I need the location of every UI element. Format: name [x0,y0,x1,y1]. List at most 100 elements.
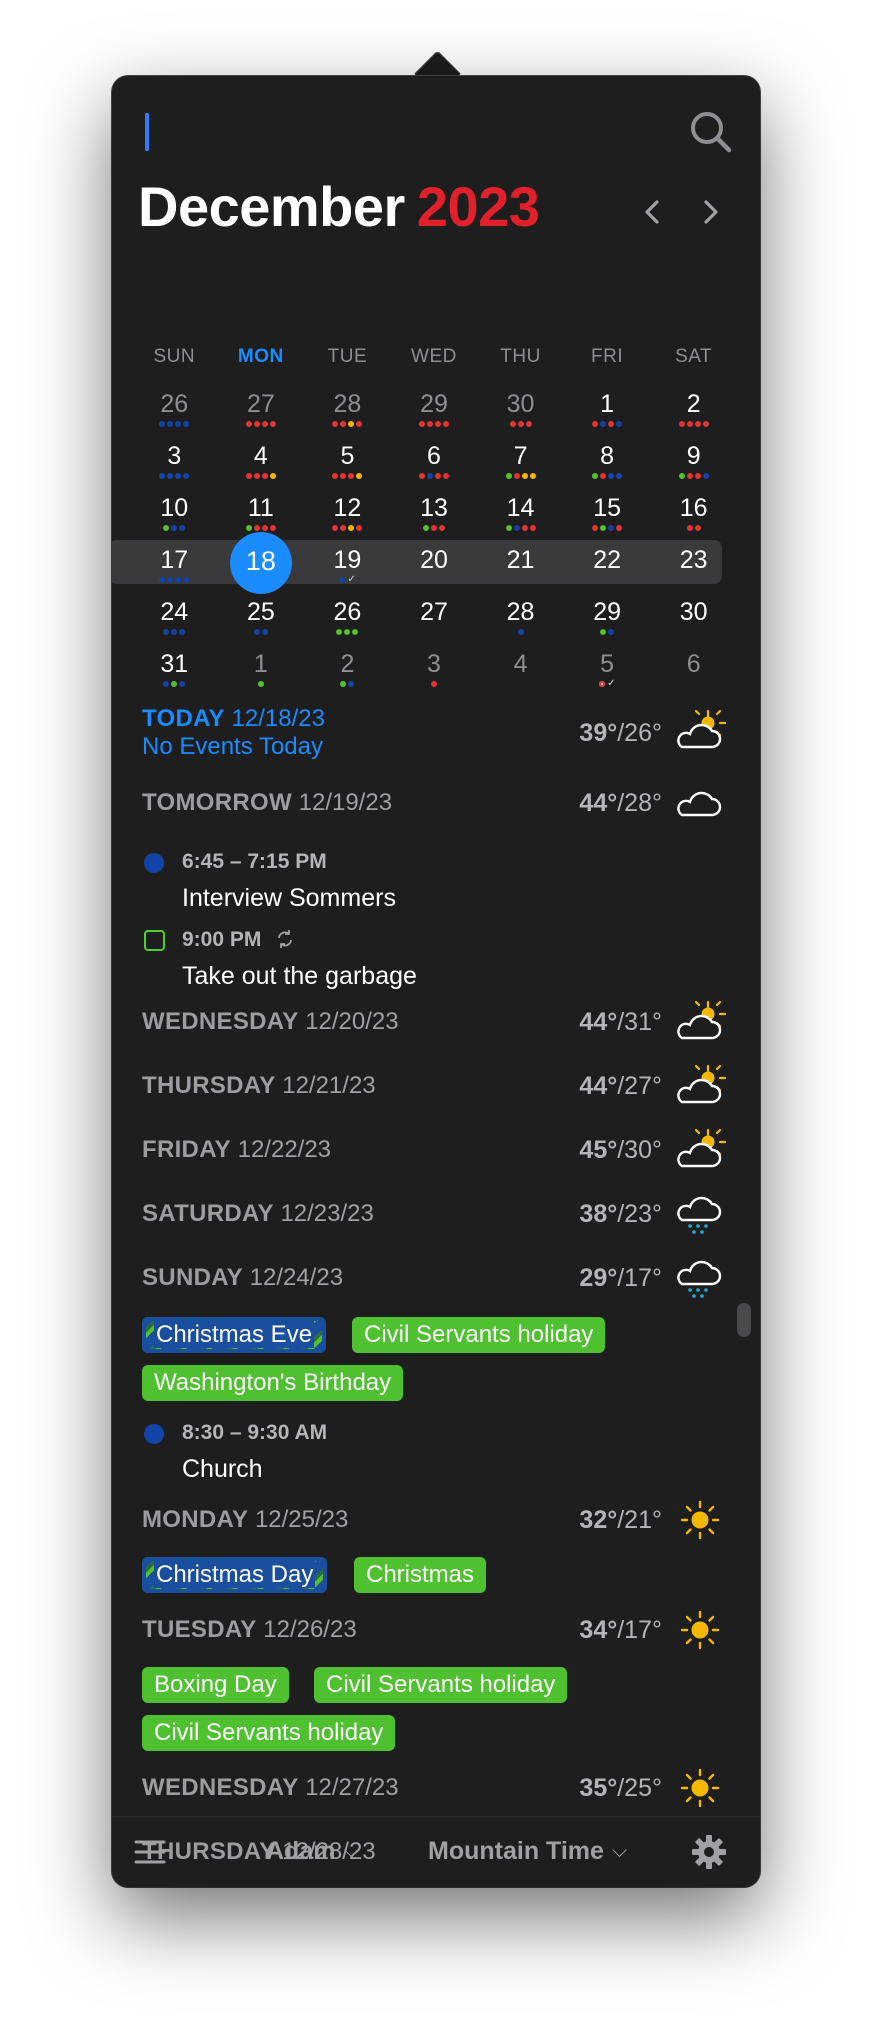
event-dot [513,473,520,479]
day-cell[interactable]: 16 [650,482,737,534]
day-cell[interactable]: 28 [477,586,564,638]
event-dots [564,525,651,531]
event-dots [131,629,218,635]
day-cell[interactable]: 19 ✓ [304,534,391,586]
day-cell[interactable]: 26 [304,586,391,638]
day-cell[interactable]: 17 [131,534,218,586]
holiday-tag[interactable]: Boxing Day [142,1667,289,1703]
day-cell[interactable]: 12 [304,482,391,534]
event-dot [426,473,433,479]
day-cell[interactable]: 8 [564,430,651,482]
day-cell[interactable]: 30 [650,586,737,638]
menu-icon[interactable] [132,1834,168,1870]
day-cell[interactable]: 5 [304,430,391,482]
day-cell[interactable]: 26 [131,378,218,430]
event-church[interactable]: 8:30 – 9:30 AM Church [142,1417,732,1487]
day-cell[interactable]: 7 [477,430,564,482]
day-cell[interactable]: 29 [564,586,651,638]
holiday-tag[interactable]: Christmas Eve [142,1317,327,1353]
agenda-day-wednesday[interactable]: WEDNESDAY 12/27/23 35°/25° [142,1768,732,1808]
reminder-garbage[interactable]: 9:00 PM Take out the garbage [142,924,732,994]
holiday-tag[interactable]: Christmas Day [142,1557,328,1593]
temp-low: /21° [617,1506,662,1534]
day-cell[interactable]: 13 [391,482,478,534]
event-interview[interactable]: 6:45 – 7:15 PM Interview Sommers [142,846,732,916]
reminder-checkbox[interactable] [144,930,165,951]
day-cell[interactable]: 14 [477,482,564,534]
day-cell[interactable]: 23 [650,534,737,586]
event-dot [175,577,182,583]
holiday-tag[interactable]: Civil Servants holiday [314,1667,568,1703]
holiday-tag[interactable]: Civil Servants holiday [352,1317,606,1353]
event-dot [599,681,606,687]
temp-low: /31° [617,1008,662,1036]
sun-icon [680,1500,720,1540]
gear-icon[interactable] [690,1833,728,1871]
day-cell[interactable]: 9 [650,430,737,482]
day-cell-selected[interactable]: 18 [218,532,305,594]
day-cell[interactable]: 15 [564,482,651,534]
day-number: 13 [420,494,448,522]
day-cell[interactable]: 30 [477,378,564,430]
day-cell[interactable]: 5 ✓ [564,638,651,690]
event-dot [592,525,599,531]
previous-month-button[interactable] [635,194,671,230]
agenda-day-friday[interactable]: FRIDAY 12/22/23 45°/30° [142,1128,732,1168]
holiday-tag[interactable]: Civil Servants holiday [142,1715,396,1751]
day-cell[interactable]: 11 [218,482,305,534]
temp-high: 45° [579,1136,618,1164]
search-bar[interactable] [112,76,760,186]
day-cell[interactable]: 1 [218,638,305,690]
text-cursor [145,113,149,151]
agenda-day-thursday[interactable]: THURSDAY 12/21/23 44°/27° [142,1064,732,1104]
day-cell[interactable]: 3 [131,430,218,482]
day-cell[interactable]: 4 [218,430,305,482]
day-number: 25 [246,598,275,626]
agenda-day-saturday[interactable]: SATURDAY 12/23/23 38°/23° [142,1196,732,1234]
day-number: 7 [513,442,528,470]
day-cell[interactable]: 2 [650,378,737,430]
search-icon[interactable] [688,109,734,155]
calendar-set-dropdown[interactable]: Adam ⌵ [266,1837,359,1866]
day-number: 26 [333,598,362,626]
agenda-day-tuesday[interactable]: TUESDAY 12/26/23 34°/17° [142,1610,732,1650]
day-cell[interactable]: 24 [131,586,218,638]
day-number: 3 [427,650,441,678]
agenda-day-today[interactable]: TODAY 12/18/23 No Events Today 39°/26° [142,705,732,761]
agenda-day-monday[interactable]: MONDAY 12/25/23 32°/21° [142,1500,732,1540]
agenda-day-sunday[interactable]: SUNDAY 12/24/23 29°/17° [142,1260,732,1298]
day-number: 1 [600,390,615,418]
day-cell[interactable]: 1 [564,378,651,430]
event-dot [269,525,276,531]
day-label: TUESDAY [142,1616,257,1643]
day-cell[interactable]: 20 [391,534,478,586]
agenda-day-wednesday[interactable]: WEDNESDAY 12/20/23 44°/31° [142,1000,732,1040]
day-cell[interactable]: 29 [391,378,478,430]
timezone-label: Mountain Time [428,1837,604,1865]
holiday-tag[interactable]: Washington's Birthday [142,1365,404,1401]
day-cell[interactable]: 22 [564,534,651,586]
event-dot [245,525,252,531]
event-dot [608,525,615,531]
day-cell[interactable]: 28 [304,378,391,430]
day-cell[interactable]: 6 [650,638,737,690]
day-cell[interactable]: 3 [391,638,478,690]
day-cell[interactable]: 21 [477,534,564,586]
event-dots: ✓ [564,679,651,689]
day-cell[interactable]: 2 [304,638,391,690]
day-cell[interactable]: 4 [477,638,564,690]
next-month-button[interactable] [692,194,728,230]
weekday-wed: WED [411,346,457,367]
event-dot [348,525,355,531]
scrollbar-thumb[interactable] [737,1303,751,1337]
agenda-day-tomorrow[interactable]: TOMORROW 12/19/23 44°/28° [142,789,732,817]
day-cell[interactable]: 6 [391,430,478,482]
day-cell[interactable]: 27 [218,378,305,430]
temp-high: 44° [579,1008,618,1036]
timezone-dropdown[interactable]: Mountain Time ⌵ [428,1837,627,1866]
day-cell[interactable]: 25 [218,586,305,638]
day-cell[interactable]: 10 [131,482,218,534]
holiday-tag[interactable]: Christmas [354,1557,487,1593]
day-cell[interactable]: 27 [391,586,478,638]
day-cell[interactable]: 31 [131,638,218,690]
